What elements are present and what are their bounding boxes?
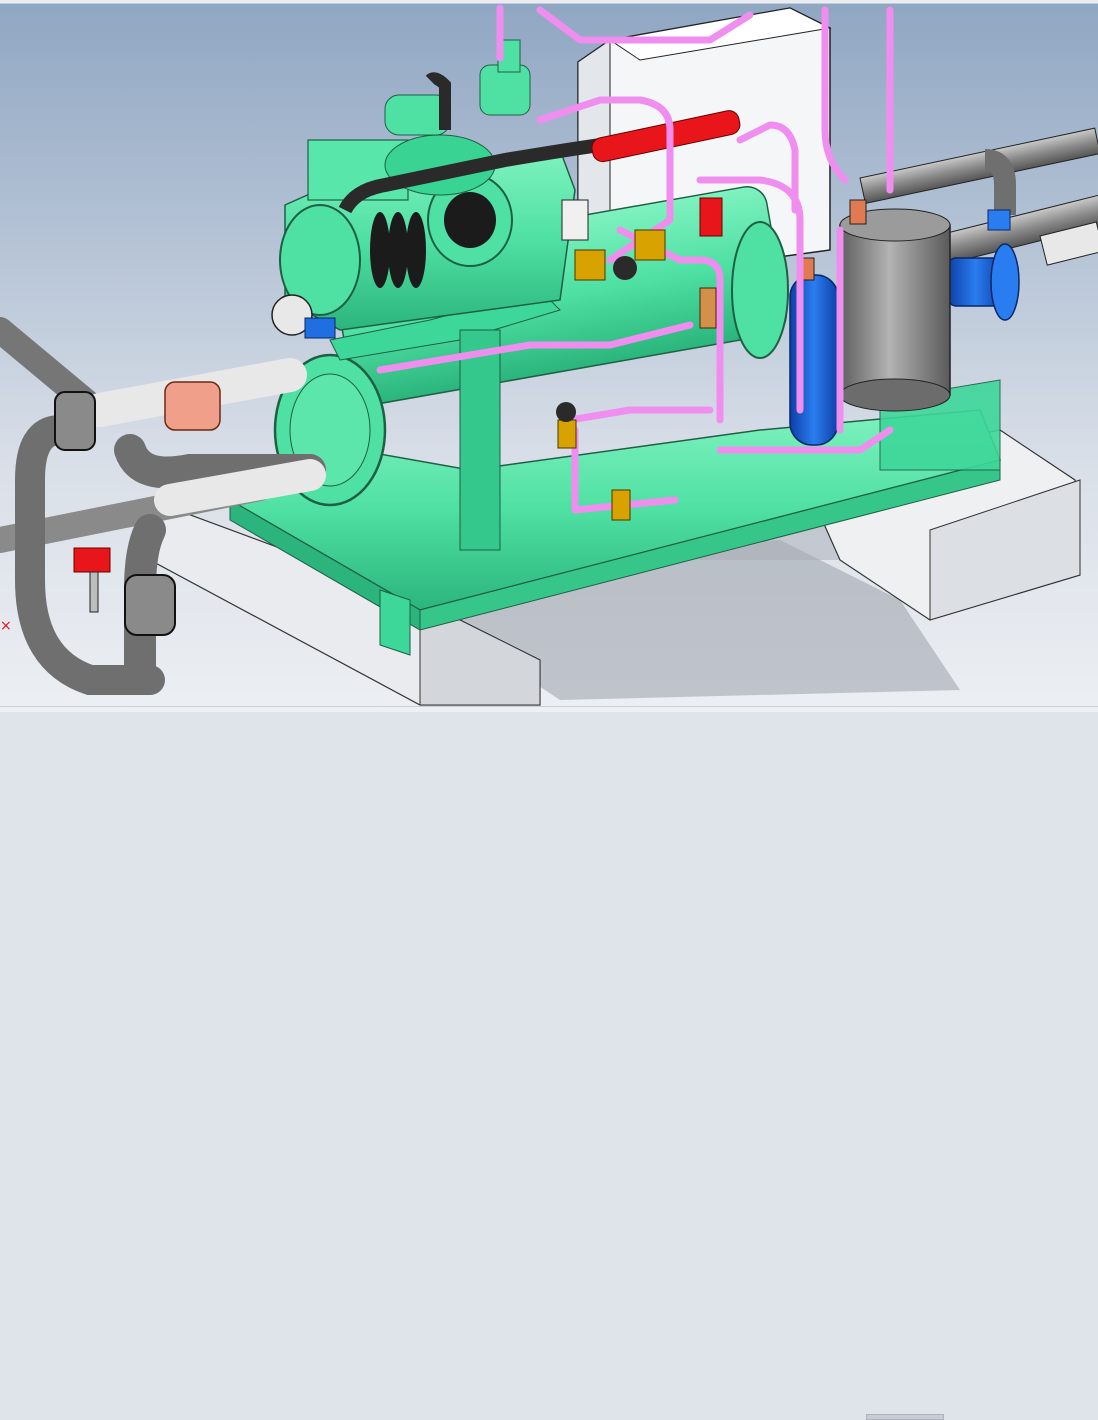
axis-triad-icon: × xyxy=(0,618,12,634)
semi-hermetic-compressor xyxy=(279,39,576,331)
status-bar xyxy=(0,706,1098,1420)
viewport-top-edge xyxy=(0,0,1098,4)
status-bar-item[interactable] xyxy=(866,1414,944,1420)
cad-3d-viewport[interactable]: × xyxy=(0,0,1098,711)
suction-accumulator xyxy=(839,199,951,412)
cad-model-render[interactable] xyxy=(0,0,1098,711)
